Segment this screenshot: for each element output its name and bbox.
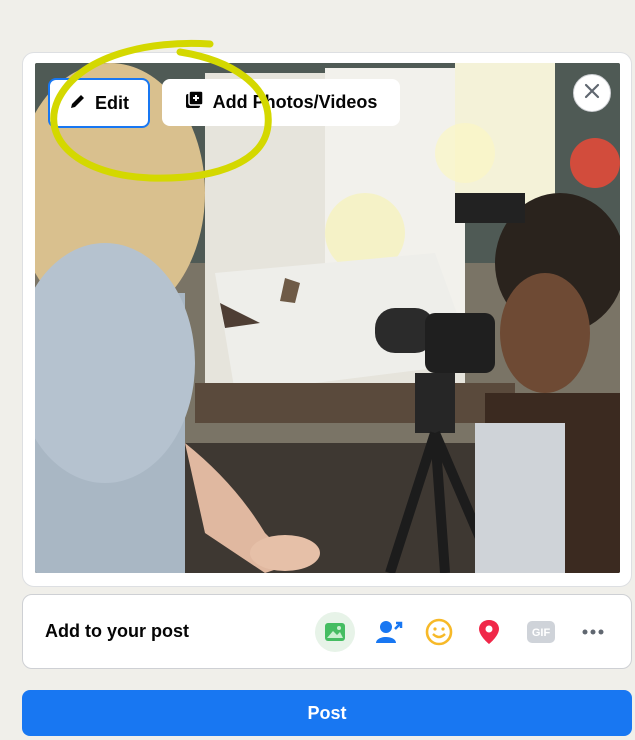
feeling-icon[interactable] [419,612,459,652]
edit-label: Edit [95,92,129,113]
gif-icon[interactable]: GIF [521,612,561,652]
gif-icon-label: GIF [532,627,551,639]
remove-media-button[interactable] [573,74,611,112]
add-photos-label: Add Photos/Videos [212,92,378,112]
post-photo [35,63,620,573]
add-to-your-post-bar: Add to your post GIF [22,594,632,669]
post-button[interactable]: Post [22,690,632,736]
tag-people-icon[interactable] [369,612,409,652]
edit-button[interactable]: Edit [48,78,150,128]
photo-icon[interactable] [315,612,355,652]
add-photos-videos-button[interactable]: Add Photos/Videos [162,79,400,126]
more-icon[interactable] [573,612,613,652]
post-button-label: Post [307,702,347,723]
checkin-icon[interactable] [469,612,509,652]
add-photo-icon [185,90,205,115]
close-icon [584,83,600,104]
add-to-post-label: Add to your post [45,621,189,641]
pencil-icon [69,92,87,115]
